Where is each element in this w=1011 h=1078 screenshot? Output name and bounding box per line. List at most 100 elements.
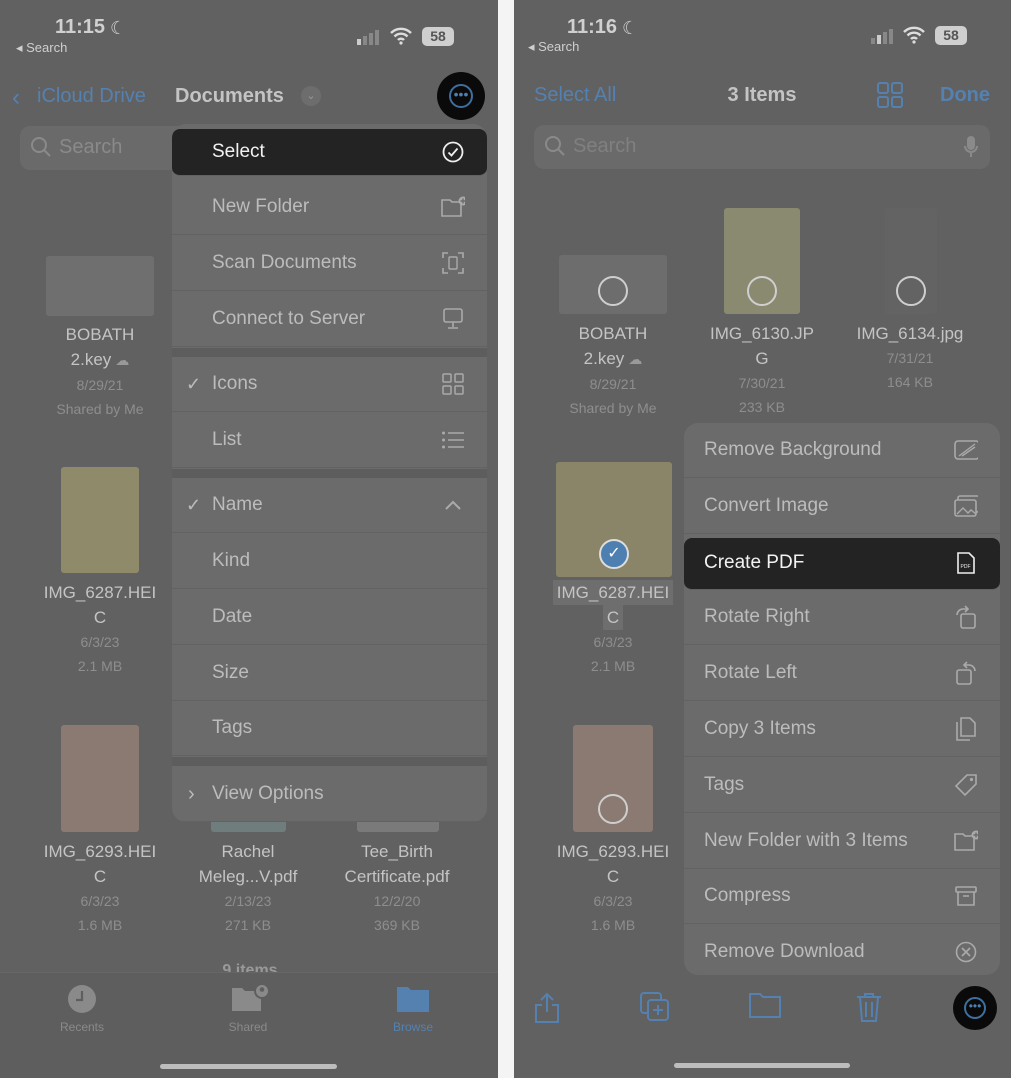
- search-placeholder: Search: [573, 135, 637, 157]
- file-item[interactable]: Tee_Birth Certificate.pdf 12/2/20 369 KB: [322, 839, 472, 937]
- menu-item-new-folder[interactable]: New Folder: [172, 180, 487, 235]
- file-thumbnail[interactable]: ✓: [556, 462, 672, 577]
- tab-label: Shared: [228, 1020, 268, 1034]
- file-item[interactable]: BOBATH 2.key ☁ 8/29/21 Shared by Me: [25, 322, 175, 421]
- file-item[interactable]: IMG_6287.HEI C 6/3/23 2.1 MB: [25, 580, 175, 678]
- grid-view-icon[interactable]: [877, 82, 903, 108]
- file-thumbnail[interactable]: [61, 467, 139, 573]
- menu-item-label: Select: [212, 141, 265, 162]
- tab-label: Browse: [392, 1020, 433, 1034]
- menu-item-label: Connect to Server: [212, 308, 366, 329]
- file-name: Rachel: [221, 842, 275, 861]
- file-meta: 7/30/21: [738, 375, 786, 391]
- menu-item-view-options[interactable]: › View Options: [172, 767, 487, 822]
- unchecked-circle-icon[interactable]: [896, 276, 926, 306]
- file-thumbnail[interactable]: [573, 725, 653, 832]
- file-meta: 6/3/23: [593, 893, 633, 909]
- back-to-search-link[interactable]: ◂ Search: [528, 39, 579, 55]
- file-name: G: [755, 349, 769, 368]
- unchecked-circle-icon[interactable]: [747, 276, 777, 306]
- file-meta: 12/2/20: [373, 893, 421, 909]
- unchecked-circle-icon[interactable]: [598, 794, 628, 824]
- menu-item-remove-background[interactable]: Remove Background: [684, 423, 1000, 478]
- menu-item-icons[interactable]: ✓ Icons: [172, 357, 487, 412]
- back-to-search-link[interactable]: ◂ Search: [16, 40, 67, 56]
- file-thumbnail[interactable]: [61, 725, 139, 832]
- microphone-icon[interactable]: [964, 136, 978, 158]
- menu-item-label: Convert Image: [704, 494, 829, 516]
- file-item[interactable]: IMG_6130.JP G 7/30/21 233 KB: [687, 321, 837, 419]
- tab-shared[interactable]: Shared: [198, 984, 298, 1034]
- menu-item-compress[interactable]: Compress: [684, 869, 1000, 925]
- file-item[interactable]: BOBATH 2.key ☁ 8/29/21 Shared by Me: [538, 321, 688, 420]
- file-item[interactable]: IMG_6287.HEI C 6/3/23 2.1 MB: [538, 580, 688, 678]
- file-item[interactable]: IMG_6293.HEI C 6/3/23 1.6 MB: [25, 839, 175, 937]
- menu-item-connect-to-server[interactable]: Connect to Server: [172, 292, 487, 347]
- menu-item-remove-download[interactable]: Remove Download: [684, 925, 1000, 975]
- menu-item-label: List: [212, 429, 242, 450]
- ellipsis-icon: •••: [449, 84, 473, 108]
- menu-item-new-folder-with-3-items[interactable]: New Folder with 3 Items: [684, 814, 1000, 869]
- menu-item-copy-3-items[interactable]: Copy 3 Items: [684, 702, 1000, 757]
- folder-icon[interactable]: [749, 992, 781, 1018]
- file-meta: 8/29/21: [76, 377, 124, 393]
- search-field[interactable]: Search: [534, 125, 990, 169]
- trash-icon[interactable]: [856, 992, 882, 1022]
- menu-item-tags[interactable]: Tags: [172, 701, 487, 756]
- file-name-line: 2.key ☁: [25, 347, 175, 373]
- duplicate-icon[interactable]: [640, 992, 670, 1022]
- menu-item-rotate-left[interactable]: Rotate Left: [684, 646, 1000, 702]
- menu-item-label: Compress: [704, 885, 791, 907]
- file-name: 2.key: [583, 349, 625, 368]
- file-name: IMG_6130.JP: [710, 324, 814, 343]
- menu-section-divider: [172, 757, 487, 766]
- file-name: 2.key: [70, 350, 112, 369]
- file-thumbnail[interactable]: [46, 256, 154, 316]
- menu-item-label: Kind: [212, 550, 251, 571]
- done-button[interactable]: Done: [940, 84, 990, 107]
- select-all-button[interactable]: Select All: [534, 84, 616, 107]
- menu-item-label: New Folder: [212, 196, 310, 217]
- chevron-left-icon[interactable]: ‹: [12, 84, 20, 112]
- file-name: IMG_6287.HEI: [552, 580, 674, 605]
- file-meta: 7/31/21: [886, 350, 934, 366]
- menu-item-list[interactable]: List: [172, 413, 487, 468]
- file-thumbnail[interactable]: [559, 255, 667, 314]
- menu-item-size[interactable]: Size: [172, 646, 487, 701]
- menu-item-create-pdf[interactable]: Create PDF PDF: [684, 537, 1000, 590]
- share-icon[interactable]: [534, 992, 560, 1024]
- checked-circle-icon[interactable]: ✓: [599, 539, 629, 569]
- file-item[interactable]: IMG_6293.HEI C 6/3/23 1.6 MB: [538, 839, 688, 937]
- battery-indicator: 58: [935, 26, 967, 45]
- menu-item-tags[interactable]: Tags: [684, 758, 1000, 813]
- tab-browse[interactable]: Browse: [363, 984, 463, 1034]
- menu-item-select[interactable]: Select: [172, 129, 487, 176]
- file-name: Tee_Birth: [361, 842, 433, 861]
- file-meta: 369 KB: [374, 917, 420, 933]
- checkmark-circle-icon: [441, 140, 465, 164]
- file-thumbnail[interactable]: [724, 208, 800, 314]
- status-time: 11:15: [55, 16, 106, 38]
- tab-recents[interactable]: Recents: [32, 984, 132, 1034]
- file-name: Meleg...V.pdf: [198, 867, 298, 886]
- file-item[interactable]: IMG_6134.jpg 7/31/21 164 KB: [835, 321, 985, 394]
- file-meta: 6/3/23: [593, 634, 633, 650]
- menu-item-name[interactable]: ✓ Name: [172, 478, 487, 533]
- shared-folder-icon: [231, 984, 270, 1014]
- more-options-button[interactable]: •••: [953, 986, 997, 1030]
- menu-item-kind[interactable]: Kind: [172, 534, 487, 589]
- back-icloud-drive-button[interactable]: iCloud Drive: [37, 85, 146, 108]
- menu-item-convert-image[interactable]: Convert Image: [684, 479, 1000, 534]
- more-options-button[interactable]: •••: [437, 72, 485, 120]
- unchecked-circle-icon[interactable]: [598, 276, 628, 306]
- file-item[interactable]: Rachel Meleg...V.pdf 2/13/23 271 KB: [173, 839, 323, 937]
- chevron-down-icon[interactable]: ⌄: [301, 86, 321, 106]
- menu-item-label: Tags: [704, 773, 745, 795]
- menu-item-scan-documents[interactable]: Scan Documents: [172, 236, 487, 291]
- folder-title[interactable]: Documents: [175, 85, 284, 108]
- menu-item-date[interactable]: Date: [172, 590, 487, 645]
- file-thumbnail[interactable]: [885, 208, 937, 314]
- menu-item-label: Name: [212, 494, 263, 515]
- menu-item-rotate-right[interactable]: Rotate Right: [684, 590, 1000, 646]
- menu-item-label: Size: [212, 662, 249, 683]
